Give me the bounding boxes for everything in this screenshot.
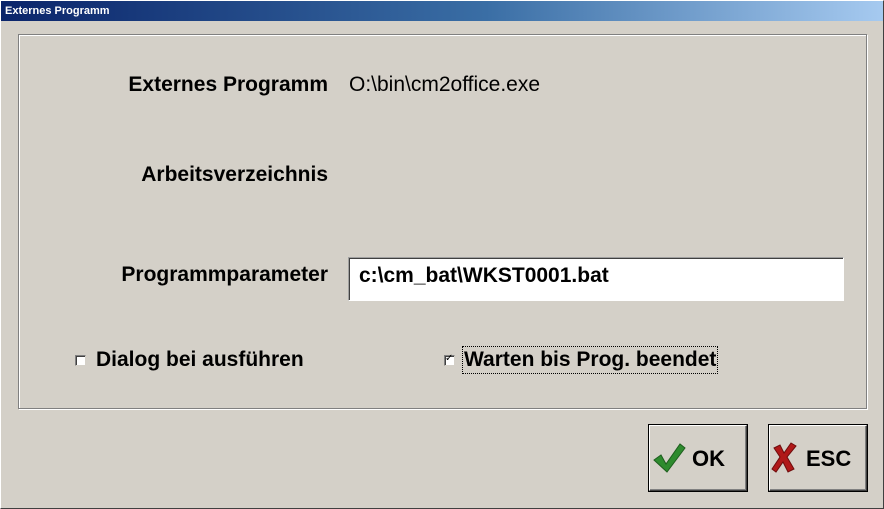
ok-button[interactable]: OK [648,424,748,492]
dialog-window: Externes Programm Externes Programm O:\b… [0,0,884,509]
title-bar[interactable]: Externes Programm [1,1,883,21]
dialog-checkbox[interactable] [75,355,86,366]
ok-button-label: OK [692,446,725,471]
wait-checkbox[interactable]: ✓ [444,353,455,366]
dialog-checkbox-label[interactable]: Dialog bei ausführen [96,348,304,372]
esc-button-label: ESC [806,446,852,471]
params-input[interactable]: c:\cm_bat\WKST0001.bat [348,257,844,301]
workdir-label: Arbeitsverzeichnis [141,163,328,186]
wait-checkbox-label[interactable]: Warten bis Prog. beendet [461,346,719,374]
checkmark-icon: ✓ [445,353,454,364]
program-label: Externes Programm [128,73,328,96]
program-value: O:\bin\cm2office.exe [349,73,541,96]
esc-button[interactable]: ESC [768,424,868,492]
window-title: Externes Programm [5,5,110,17]
params-label: Programmparameter [121,263,328,286]
